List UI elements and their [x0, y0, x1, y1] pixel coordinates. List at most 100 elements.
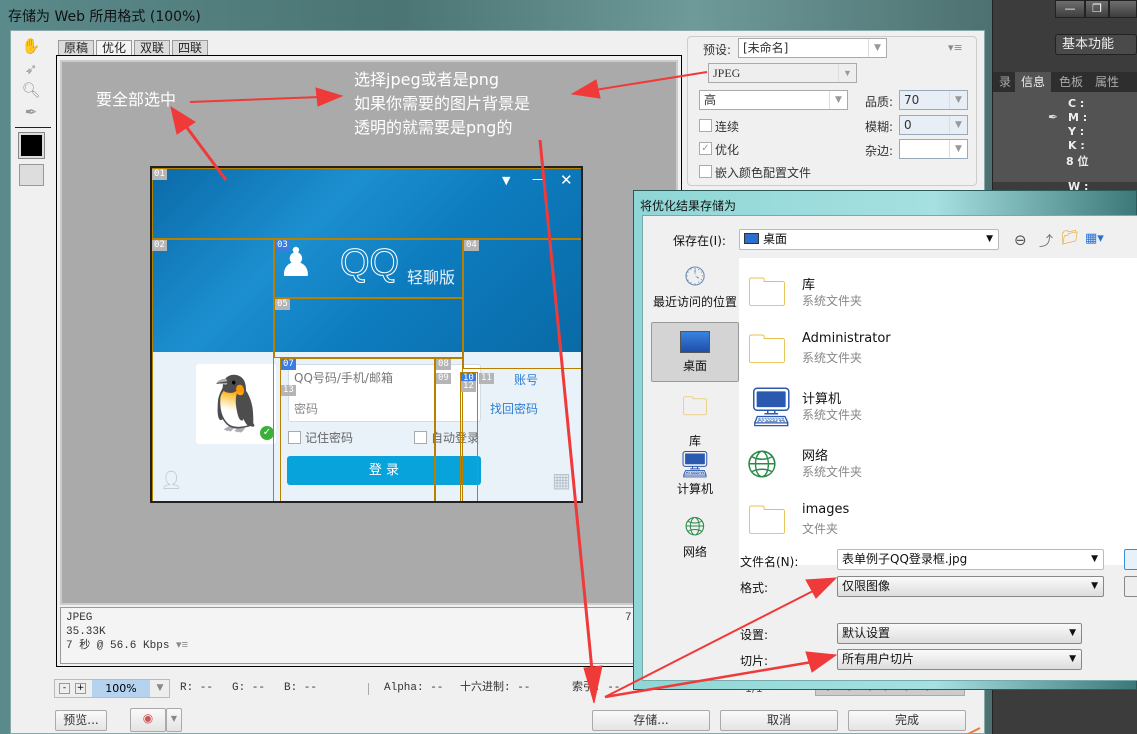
browser-preview-button[interactable]: ◉: [130, 708, 166, 732]
slice-07[interactable]: [280, 358, 435, 501]
file-item[interactable]: 🗀 库系统文件夹: [747, 266, 1127, 322]
places-bar: 🕓︎ 最近访问的位置 桌面 🗀 库 🖥︎ 计算机 🌐︎ 网络: [649, 260, 743, 660]
matte-select[interactable]: ▼: [899, 139, 968, 159]
progressive-checkbox[interactable]: [699, 119, 712, 132]
tab-properties[interactable]: 属性: [1089, 72, 1125, 92]
computer-icon: 🖥︎: [678, 450, 712, 480]
info-format: JPEG: [66, 612, 93, 624]
preset-label: 预设:: [703, 43, 732, 57]
zoom-out-button[interactable]: -: [59, 683, 70, 694]
slice-05[interactable]: [274, 298, 463, 358]
info-menu-icon[interactable]: ▾≡: [176, 640, 188, 652]
slices-select[interactable]: 所有用户切片 ▼: [837, 649, 1082, 670]
up-folder-icon[interactable]: ⤴: [1039, 231, 1053, 251]
blur-field[interactable]: 0 ▼: [899, 115, 968, 135]
slice-tag: 13: [281, 385, 296, 396]
tab-2up[interactable]: 双联: [134, 40, 171, 56]
place-recent[interactable]: 🕓︎ 最近访问的位置: [651, 262, 739, 318]
save-button[interactable]: 存储...: [592, 710, 710, 731]
close-button[interactable]: [1109, 0, 1137, 18]
tab-info[interactable]: 信息: [1015, 72, 1052, 92]
save-dialog-save-button[interactable]: [1124, 549, 1137, 570]
format-select[interactable]: JPEG ▼: [708, 63, 857, 83]
cancel-button[interactable]: 取消: [720, 710, 838, 731]
qr-code-icon: ▦: [552, 468, 571, 492]
tab-original[interactable]: 原稿: [58, 40, 95, 56]
save-dialog-cancel-button[interactable]: [1124, 576, 1137, 597]
settings-select[interactable]: 默认设置 ▼: [837, 623, 1082, 644]
preset-value: [未命名]: [743, 41, 789, 55]
back-icon[interactable]: ⊖: [1014, 231, 1027, 249]
info-download-time: 7 秒 @ 56.6 Kbps: [66, 640, 170, 652]
embed-profile-checkbox[interactable]: [699, 165, 712, 178]
restore-button[interactable]: ❐: [1085, 0, 1109, 18]
quality-label: 品质:: [865, 95, 894, 109]
toggle-slice-visibility-button[interactable]: [19, 164, 44, 186]
place-libraries[interactable]: 🗀 库: [651, 388, 739, 448]
zoom-tool-icon[interactable]: 🔍︎: [20, 81, 42, 101]
slice-select-tool-icon[interactable]: ➶: [20, 60, 42, 80]
slice-tag: 02: [152, 240, 167, 251]
new-folder-icon[interactable]: 📁︎: [1061, 230, 1079, 246]
place-computer[interactable]: 🖥︎ 计算机: [651, 450, 739, 506]
divider: [15, 127, 51, 128]
save-optimized-dialog: 将优化结果存储为 保存在(I): 桌面 ▼ ⊖ ⤴ 📁︎ ▦▾ 🕓︎ 最近访问的位置…: [633, 190, 1137, 690]
network-icon: 🌐︎: [747, 442, 778, 486]
browser-dropdown[interactable]: ▼: [166, 708, 182, 732]
info-k: K :: [1068, 139, 1085, 152]
dialog-body: 保存在(I): 桌面 ▼ ⊖ ⤴ 📁︎ ▦▾ 🕓︎ 最近访问的位置 桌面 🗀 库 🖥︎…: [642, 215, 1137, 681]
file-type: 系统文件夹: [802, 408, 863, 422]
chevron-down-icon: ▼: [986, 234, 993, 244]
minimize-button[interactable]: —: [1055, 0, 1085, 18]
library-icon: 🗀: [681, 392, 708, 422]
tab-history[interactable]: 录: [993, 72, 1017, 92]
slice-tag: 07: [281, 359, 296, 370]
info-panel: ✒ C : M : Y : K : 8 位: [993, 92, 1137, 182]
view-menu-icon[interactable]: ▦▾: [1085, 231, 1104, 246]
chevron-down-icon[interactable]: ▼: [151, 680, 169, 697]
tab-optimized[interactable]: 优化: [96, 40, 133, 56]
save-in-value: 桌面: [763, 232, 788, 246]
tab-4up[interactable]: 四联: [172, 40, 209, 56]
eyedropper-color-swatch[interactable]: [18, 132, 45, 159]
file-item[interactable]: 🗀 Administrator 系统文件夹: [747, 323, 1127, 379]
format-value: JPEG: [713, 66, 741, 80]
slice-04[interactable]: [463, 239, 581, 369]
place-network[interactable]: 🌐︎ 网络: [651, 512, 739, 568]
eyedropper-tool-icon[interactable]: ✒: [20, 103, 42, 123]
chevron-down-icon: ▼: [949, 91, 967, 109]
slice-03[interactable]: [274, 239, 463, 298]
quality-preset-select[interactable]: 高 ▼: [699, 90, 848, 110]
place-label: 网络: [682, 545, 707, 559]
preset-select[interactable]: [未命名] ▼: [738, 38, 887, 58]
hand-tool-icon[interactable]: ✋: [20, 37, 42, 57]
zoom-in-button[interactable]: +: [75, 683, 86, 694]
slice-02[interactable]: [152, 239, 274, 501]
preview-button[interactable]: 预览...: [55, 710, 107, 731]
readout-hex: 十六进制: --: [460, 682, 531, 694]
zoom-control: - + 100% ▼: [54, 679, 170, 698]
file-list: 🗀 库系统文件夹 🗀 Administrator 系统文件夹 🖥︎ 计算机 系统文件夹 🌐…: [739, 258, 1137, 565]
window-title: 存储为 Web 所用格式 (100%): [8, 9, 201, 25]
workspace-switcher[interactable]: 基本功能: [1055, 34, 1137, 55]
filename-input[interactable]: 表单例子QQ登录框.jpg ▼: [837, 549, 1104, 570]
file-item[interactable]: 🖥︎ 计算机 系统文件夹: [747, 380, 1127, 436]
place-desktop[interactable]: 桌面: [651, 322, 739, 382]
file-type: 系统文件夹: [802, 465, 863, 479]
blur-label: 模糊:: [865, 120, 894, 134]
chevron-down-icon: ▼: [949, 116, 967, 134]
quality-field[interactable]: 70 ▼: [899, 90, 968, 110]
file-item[interactable]: 🌐︎ 网络 系统文件夹: [747, 437, 1127, 493]
optimized-checkbox[interactable]: ✓: [699, 142, 712, 155]
file-item[interactable]: 🗀 images 文件夹: [747, 494, 1127, 550]
image-preview-qq-login[interactable]: ▼ — ✕ ♟ QQ 轻聊版 🐧 ✓ QQ号码/手机/邮箱 密码 账号 找回密码…: [150, 166, 583, 503]
done-button[interactable]: 完成: [848, 710, 966, 731]
chevron-down-icon: ▼: [1091, 581, 1098, 591]
format-select[interactable]: 仅限图像 ▼: [837, 576, 1104, 597]
zoom-level-select[interactable]: 100%: [92, 680, 150, 697]
save-in-select[interactable]: 桌面 ▼: [739, 229, 999, 250]
panel-menu-icon[interactable]: ▾≡: [948, 41, 963, 54]
tab-swatches[interactable]: 色板: [1053, 72, 1089, 92]
color-readout: R: -- G: -- B: -- Alpha: -- 十六进制: -- 索引:…: [172, 679, 632, 698]
slice-01[interactable]: [152, 168, 581, 239]
